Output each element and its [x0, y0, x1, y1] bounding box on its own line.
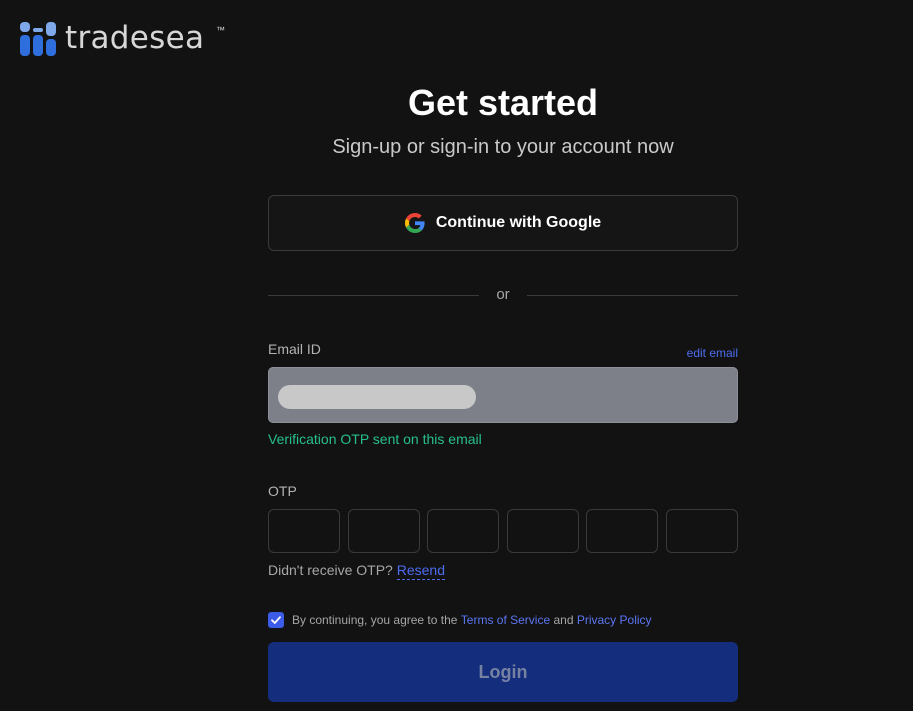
- otp-digit-3[interactable]: [427, 509, 500, 553]
- otp-digit-5[interactable]: [586, 509, 659, 553]
- otp-label: OTP: [268, 483, 297, 499]
- terms-prefix: By continuing, you agree to the: [292, 613, 461, 627]
- otp-digit-6[interactable]: [665, 509, 738, 553]
- page-subtitle: Sign-up or sign-in to your account now: [332, 136, 674, 158]
- edit-email-link[interactable]: edit email: [687, 346, 738, 360]
- checkmark-icon: [271, 616, 281, 624]
- terms-checkbox[interactable]: [268, 612, 284, 628]
- resend-prompt: Didn't receive OTP?: [268, 562, 393, 578]
- continue-with-google-button[interactable]: Continue with Google: [268, 195, 738, 251]
- tradesea-logo-icon: [20, 22, 56, 56]
- login-button[interactable]: Login: [268, 642, 738, 702]
- otp-sent-message: Verification OTP sent on this email: [268, 431, 482, 447]
- or-divider: or: [268, 285, 738, 305]
- terms-conjunction: and: [550, 613, 577, 627]
- brand-logo[interactable]: tradesea: [19, 20, 204, 58]
- divider-line-right: [527, 295, 738, 296]
- email-label: Email ID: [268, 341, 321, 357]
- otp-input-group: [268, 509, 738, 553]
- privacy-policy-link[interactable]: Privacy Policy: [577, 613, 652, 627]
- divider-line-left: [268, 295, 479, 296]
- email-redacted-value: [278, 385, 476, 409]
- terms-row: By continuing, you agree to the Terms of…: [268, 612, 652, 628]
- google-icon: [404, 213, 425, 233]
- divider-text: or: [496, 286, 510, 303]
- otp-digit-1[interactable]: [268, 509, 340, 553]
- trademark-symbol: ™: [216, 25, 225, 35]
- resend-link[interactable]: Resend: [396, 562, 445, 580]
- otp-digit-4[interactable]: [506, 509, 579, 553]
- brand-name: tradesea: [65, 19, 205, 56]
- terms-of-service-link[interactable]: Terms of Service: [461, 613, 550, 627]
- page-title: Get started: [407, 82, 599, 123]
- email-field: [268, 367, 738, 423]
- otp-digit-2[interactable]: [347, 509, 420, 553]
- resend-row: Didn't receive OTP? Resend: [268, 562, 445, 580]
- google-button-label: Continue with Google: [435, 214, 602, 231]
